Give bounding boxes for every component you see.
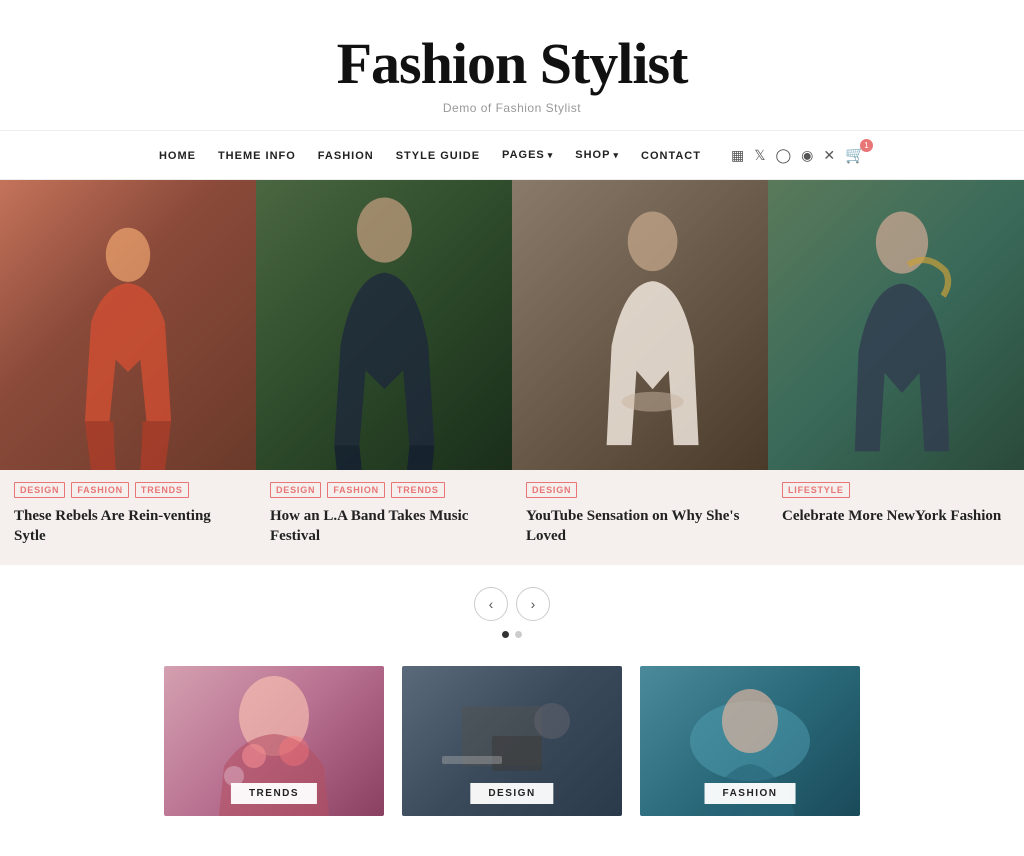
bottom-cards: TRENDS DESIGN FASHION bbox=[0, 666, 1024, 856]
card-3-image bbox=[512, 180, 768, 470]
bottom-card-design-label: DESIGN bbox=[470, 783, 553, 804]
facebook-icon[interactable]: ▦ bbox=[731, 147, 744, 164]
pinterest-icon[interactable]: ◉ bbox=[801, 147, 813, 164]
chevron-down-icon-shop: ▾ bbox=[613, 150, 619, 161]
social-icons: ▦ 𝕏 ◯ ◉ ✕ 🛒 1 bbox=[731, 145, 865, 165]
card-4: LIFESTYLE Celebrate More NewYork Fashion bbox=[768, 180, 1024, 565]
card-4-tags: LIFESTYLE bbox=[782, 482, 1010, 498]
pagination: ‹ › bbox=[0, 565, 1024, 666]
site-subtitle: Demo of Fashion Stylist bbox=[20, 101, 1004, 115]
nav-item-contact[interactable]: CONTACT bbox=[641, 146, 701, 164]
nav-link-contact[interactable]: CONTACT bbox=[641, 150, 701, 162]
card-3: DESIGN YouTube Sensation on Why She's Lo… bbox=[512, 180, 768, 565]
bottom-card-trends-label: TRENDS bbox=[231, 783, 317, 804]
tag-trends[interactable]: TRENDS bbox=[135, 482, 189, 498]
pages-dropdown: PAGES ▾ bbox=[502, 149, 553, 161]
bottom-card-fashion[interactable]: FASHION bbox=[640, 666, 860, 816]
nav-item-fashion[interactable]: FASHION bbox=[318, 146, 374, 164]
nav-item-style-guide[interactable]: STYLE GUIDE bbox=[396, 146, 480, 164]
chevron-down-icon: ▾ bbox=[548, 150, 554, 161]
card-3-content: DESIGN YouTube Sensation on Why She's Lo… bbox=[512, 470, 768, 565]
card-2: DESIGN FASHION TRENDS How an L.A Band Ta… bbox=[256, 180, 512, 565]
tag-design-3[interactable]: DESIGN bbox=[526, 482, 577, 498]
cart-icon[interactable]: 🛒 1 bbox=[845, 145, 865, 165]
card-3-title[interactable]: YouTube Sensation on Why She's Loved bbox=[526, 506, 754, 547]
card-2-title[interactable]: How an L.A Band Takes Music Festival bbox=[270, 506, 498, 547]
dot-2[interactable] bbox=[515, 631, 522, 638]
tag-fashion[interactable]: FASHION bbox=[71, 482, 129, 498]
nav-item-shop[interactable]: SHOP ▾ bbox=[575, 149, 619, 161]
nav-link-home[interactable]: HOME bbox=[159, 150, 196, 162]
card-1: DESIGN FASHION TRENDS These Rebels Are R… bbox=[0, 180, 256, 565]
card-2-content: DESIGN FASHION TRENDS How an L.A Band Ta… bbox=[256, 470, 512, 565]
nav-link-pages[interactable]: PAGES ▾ bbox=[502, 149, 553, 161]
nav-link-shop[interactable]: SHOP ▾ bbox=[575, 149, 619, 161]
card-1-title[interactable]: These Rebels Are Rein-venting Sytle bbox=[14, 506, 242, 547]
bottom-card-fashion-label: FASHION bbox=[705, 783, 796, 804]
card-1-tags: DESIGN FASHION TRENDS bbox=[14, 482, 242, 498]
nav-item-pages[interactable]: PAGES ▾ bbox=[502, 149, 553, 161]
bottom-card-trends[interactable]: TRENDS bbox=[164, 666, 384, 816]
person-silhouette-3 bbox=[563, 209, 742, 470]
dot-1[interactable] bbox=[502, 631, 509, 638]
card-3-tags: DESIGN bbox=[526, 482, 754, 498]
card-2-tags: DESIGN FASHION TRENDS bbox=[270, 482, 498, 498]
pagination-arrows: ‹ › bbox=[474, 587, 550, 621]
card-2-image bbox=[256, 180, 512, 470]
site-title: Fashion Stylist bbox=[20, 30, 1004, 97]
next-button[interactable]: › bbox=[516, 587, 550, 621]
nav-links: HOME THEME INFO FASHION STYLE GUIDE PAGE… bbox=[159, 146, 701, 164]
shop-dropdown: SHOP ▾ bbox=[575, 149, 619, 161]
nav-link-style-guide[interactable]: STYLE GUIDE bbox=[396, 150, 480, 162]
card-4-content: LIFESTYLE Celebrate More NewYork Fashion bbox=[768, 470, 1024, 544]
x-icon[interactable]: ✕ bbox=[823, 147, 835, 164]
cart-badge: 1 bbox=[860, 139, 873, 152]
person-silhouette-2 bbox=[282, 195, 487, 471]
twitter-icon[interactable]: 𝕏 bbox=[754, 147, 765, 164]
nav-item-home[interactable]: HOME bbox=[159, 146, 196, 164]
featured-cards: DESIGN FASHION TRENDS These Rebels Are R… bbox=[0, 180, 1024, 565]
main-nav: HOME THEME INFO FASHION STYLE GUIDE PAGE… bbox=[0, 131, 1024, 180]
card-4-title[interactable]: Celebrate More NewYork Fashion bbox=[782, 506, 1010, 526]
tag-lifestyle[interactable]: LIFESTYLE bbox=[782, 482, 850, 498]
card-4-image bbox=[768, 180, 1024, 470]
tag-design[interactable]: DESIGN bbox=[14, 482, 65, 498]
tag-design-2[interactable]: DESIGN bbox=[270, 482, 321, 498]
prev-button[interactable]: ‹ bbox=[474, 587, 508, 621]
pagination-dots bbox=[502, 631, 522, 638]
site-header: Fashion Stylist Demo of Fashion Stylist bbox=[0, 0, 1024, 131]
card-1-image bbox=[0, 180, 256, 470]
nav-link-theme-info[interactable]: THEME INFO bbox=[218, 150, 296, 162]
nav-item-theme-info[interactable]: THEME INFO bbox=[218, 146, 296, 164]
card-1-content: DESIGN FASHION TRENDS These Rebels Are R… bbox=[0, 470, 256, 565]
tag-fashion-2[interactable]: FASHION bbox=[327, 482, 385, 498]
person-silhouette-4 bbox=[806, 209, 998, 470]
person-silhouette-1 bbox=[51, 224, 205, 471]
nav-link-fashion[interactable]: FASHION bbox=[318, 150, 374, 162]
tag-trends-2[interactable]: TRENDS bbox=[391, 482, 445, 498]
instagram-icon[interactable]: ◯ bbox=[775, 147, 791, 164]
bottom-card-design[interactable]: DESIGN bbox=[402, 666, 622, 816]
